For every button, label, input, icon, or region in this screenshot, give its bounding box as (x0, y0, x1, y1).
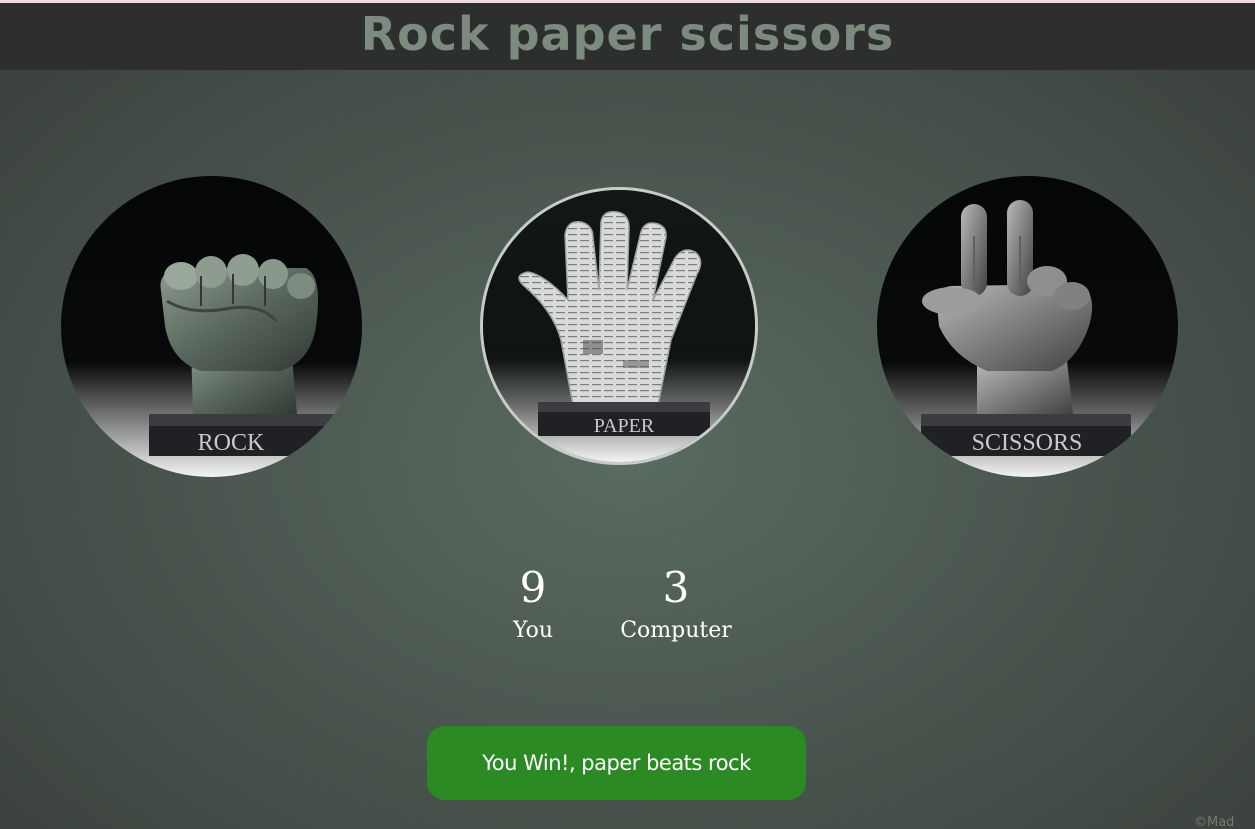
rock-label: ROCK (198, 430, 265, 456)
title-bar: Rock paper scissors (0, 3, 1255, 70)
paper-choice-button[interactable]: PAPER (483, 190, 755, 462)
user-score-panel: 9 You (463, 562, 603, 646)
scissors-label: SCISSORS (972, 430, 1083, 456)
user-score-label: You (512, 618, 554, 643)
paper-hand-icon: PAPER (483, 190, 755, 462)
page-title: Rock paper scissors (360, 7, 895, 61)
user-score-value: 9 (519, 563, 547, 612)
rock-choice-button[interactable]: ROCK (61, 176, 362, 477)
rock-fist-icon: ROCK (61, 176, 362, 477)
computer-score-panel: 3 Computer (606, 562, 746, 646)
footer-credit: ©Mad (1194, 815, 1235, 829)
result-message: You Win!, paper beats rock (427, 726, 806, 800)
computer-score-label: Computer (620, 618, 732, 643)
scissors-choice-button[interactable]: SCISSORS (877, 176, 1178, 477)
computer-score-value: 3 (662, 563, 690, 612)
scissors-hand-icon: SCISSORS (877, 176, 1178, 477)
paper-label: PAPER (594, 415, 655, 437)
